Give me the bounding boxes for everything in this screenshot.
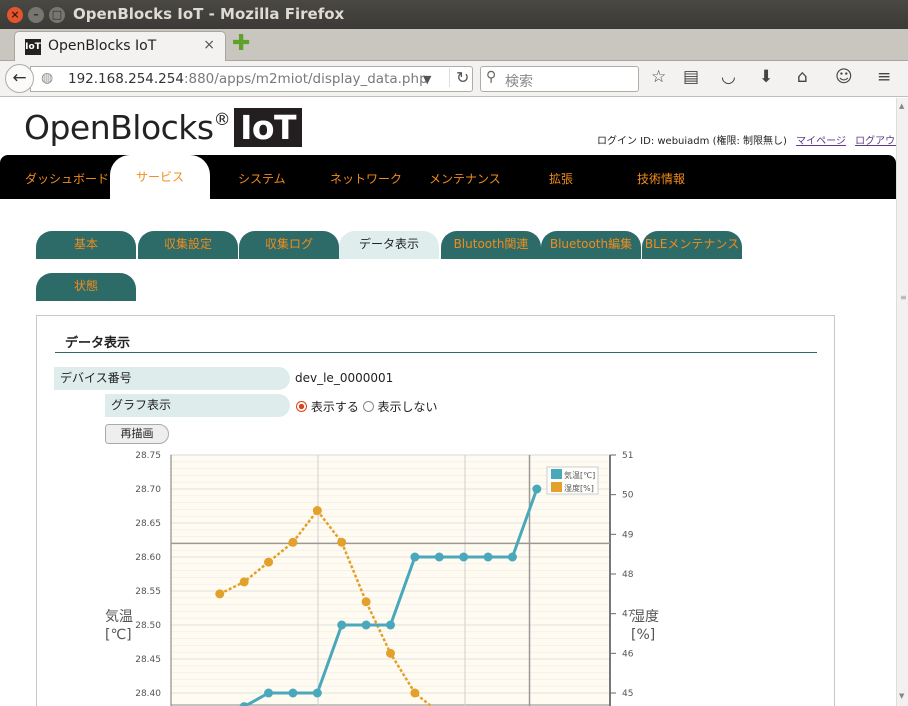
window-title-bar: × – □ OpenBlocks IoT - Mozilla Firefox: [0, 0, 908, 29]
humidity-point: [410, 688, 420, 698]
y-tick-right: 45: [622, 689, 633, 699]
url-text[interactable]: 192.168.254.254:880/apps/m2miot/display_…: [68, 71, 428, 87]
temperature-point: [532, 484, 542, 494]
y-tick-left: 28.55: [135, 587, 161, 597]
y-tick-left: 28.75: [135, 451, 161, 461]
scroll-up-icon[interactable]: ▲: [899, 102, 904, 110]
temperature-point: [459, 552, 469, 562]
legend-swatch-temp: [551, 469, 562, 479]
pocket-icon[interactable]: ◡: [721, 67, 736, 87]
y-axis-unit-left: [℃]: [105, 627, 132, 643]
y-tick-right: 51: [622, 451, 633, 461]
y-tick-left: 28.70: [135, 485, 161, 495]
y-tick-left: 28.50: [135, 621, 161, 631]
temperature-point: [410, 552, 420, 562]
legend-label-temp: 気温[℃]: [564, 470, 595, 480]
bookmark-star-icon[interactable]: ☆: [651, 67, 666, 87]
scroll-grip-icon[interactable]: ≡: [900, 293, 907, 302]
temperature-point: [386, 620, 395, 630]
humidity-point: [337, 537, 347, 547]
download-icon[interactable]: ⬇: [759, 67, 773, 87]
reading-list-icon[interactable]: ▤: [683, 67, 699, 87]
temperature-point: [288, 688, 298, 698]
humidity-point: [264, 557, 274, 567]
navigation-toolbar: ◍ 192.168.254.254:880/apps/m2miot/displa…: [0, 61, 908, 97]
search-box[interactable]: ⚲ 検索: [480, 66, 639, 92]
tab-strip: IoT OpenBlocks IoT × ✚: [0, 29, 908, 61]
y-axis-title-left: 気温: [105, 609, 133, 625]
y-tick-left: 28.40: [135, 689, 161, 699]
favicon-icon: IoT: [25, 39, 41, 55]
legend-swatch-humid: [551, 482, 562, 492]
home-icon[interactable]: ⌂: [797, 67, 808, 87]
plot-area: [170, 454, 611, 706]
humidity-point: [288, 537, 298, 547]
globe-icon: ◍: [41, 70, 54, 86]
temperature-point: [361, 620, 371, 630]
window-close-icon[interactable]: ×: [7, 7, 23, 23]
temperature-point: [434, 552, 444, 562]
url-dropdown-icon[interactable]: ▼: [423, 73, 431, 86]
page-scrollbar[interactable]: ▲ ≡ ▼: [896, 98, 908, 706]
y-tick-right: 46: [622, 649, 634, 659]
browser-tab[interactable]: IoT OpenBlocks IoT ×: [14, 31, 226, 61]
legend-label-humid: 湿度[%]: [564, 483, 594, 493]
scroll-down-icon[interactable]: ▼: [899, 692, 904, 700]
window-minimize-icon[interactable]: –: [28, 7, 44, 23]
back-button[interactable]: ←: [5, 64, 34, 93]
temperature-point: [483, 552, 493, 562]
web-page: OpenBlocks® IoT ログイン ID: webuiadm (権限: 制限…: [0, 98, 896, 706]
y-tick-right: 48: [622, 570, 634, 580]
menu-icon[interactable]: ≡: [877, 67, 891, 87]
humidity-point: [312, 506, 322, 516]
tab-title: OpenBlocks IoT: [48, 38, 157, 54]
search-placeholder: 検索: [505, 74, 533, 90]
temperature-point: [264, 688, 274, 698]
window-title: OpenBlocks IoT - Mozilla Firefox: [73, 5, 345, 23]
humidity-point: [361, 597, 371, 607]
humidity-point: [386, 648, 395, 658]
humidity-point: [239, 577, 249, 587]
reload-icon[interactable]: ↻: [449, 68, 469, 87]
humidity-point: [215, 589, 225, 599]
hello-icon[interactable]: ☺: [835, 67, 853, 87]
new-tab-icon[interactable]: ✚: [232, 31, 250, 56]
tab-close-icon[interactable]: ×: [203, 37, 215, 53]
y-tick-left: 28.60: [135, 553, 161, 563]
y-tick-right: 49: [622, 530, 634, 540]
temperature-point: [337, 620, 347, 630]
y-tick-right: 50: [622, 491, 634, 501]
y-axis-unit-right: [%]: [631, 627, 655, 643]
temperature-point: [507, 552, 517, 562]
y-tick-left: 28.65: [135, 519, 161, 529]
window-maximize-icon[interactable]: □: [49, 7, 65, 23]
data-chart: 28.75 28.70 28.65 28.60 28.55 28.50 28.45 28.40…: [105, 451, 659, 706]
url-bar[interactable]: ◍ 192.168.254.254:880/apps/m2miot/displa…: [30, 66, 473, 92]
search-icon: ⚲: [486, 69, 497, 85]
temperature-point: [312, 688, 322, 698]
y-tick-left: 28.45: [135, 655, 161, 665]
y-axis-title-right: 湿度: [631, 609, 659, 625]
